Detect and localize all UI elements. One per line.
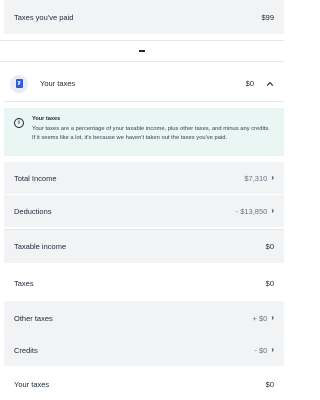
total-income-value: $7,310 xyxy=(244,173,268,183)
taxes-paid-row: Taxes you've paid $99 xyxy=(4,0,284,34)
taxes-row: Taxes $0 xyxy=(4,266,284,300)
other-taxes-value: + $0 xyxy=(252,313,268,323)
chevron-right-icon: › xyxy=(271,206,274,215)
credits-value: - $0 xyxy=(254,345,268,355)
taxes-paid-label: Taxes you've paid xyxy=(14,12,74,22)
info-icon: i xyxy=(14,118,24,128)
total-income-label: Total Income xyxy=(14,173,57,183)
receipt-icon: ₮ xyxy=(10,74,28,93)
your-taxes-value: $0 xyxy=(265,379,274,389)
taxes-label: Taxes xyxy=(14,278,34,288)
deductions-row[interactable]: Deductions - $13,850 › xyxy=(4,195,284,227)
your-taxes-header-label: Your taxes xyxy=(40,79,76,88)
info-panel: i Your taxes Your taxes are a percentage… xyxy=(4,108,284,156)
other-taxes-row[interactable]: Other taxes + $0 › xyxy=(4,301,284,335)
chevron-right-icon: › xyxy=(271,313,274,322)
collapse-divider[interactable] xyxy=(0,40,284,62)
chevron-right-icon: › xyxy=(271,345,274,354)
your-taxes-header-value: $0 xyxy=(245,79,254,88)
taxable-income-label: Taxable income xyxy=(14,242,67,251)
taxes-paid-value: $99 xyxy=(261,12,274,22)
your-taxes-row: Your taxes $0 xyxy=(4,368,284,400)
minus-icon xyxy=(139,50,145,52)
your-taxes-label: Your taxes xyxy=(14,379,50,389)
taxable-income-value: $0 xyxy=(265,242,274,251)
chevron-right-icon: › xyxy=(271,173,274,182)
credits-row[interactable]: Credits - $0 › xyxy=(4,334,284,366)
info-description: Your taxes are a percentage of your taxa… xyxy=(32,126,270,141)
taxable-income-row: Taxable income $0 xyxy=(4,229,284,263)
credits-label: Credits xyxy=(14,345,38,355)
info-title: Your taxes xyxy=(32,116,61,122)
your-taxes-section-header[interactable]: ₮ Your taxes $0 xyxy=(4,66,284,102)
taxes-value: $0 xyxy=(265,278,274,288)
chevron-up-icon[interactable] xyxy=(266,80,274,88)
deductions-label: Deductions xyxy=(14,206,52,216)
total-income-row[interactable]: Total Income $7,310 › xyxy=(4,162,284,194)
deductions-value: - $13,850 xyxy=(235,206,268,216)
other-taxes-label: Other taxes xyxy=(14,313,53,323)
